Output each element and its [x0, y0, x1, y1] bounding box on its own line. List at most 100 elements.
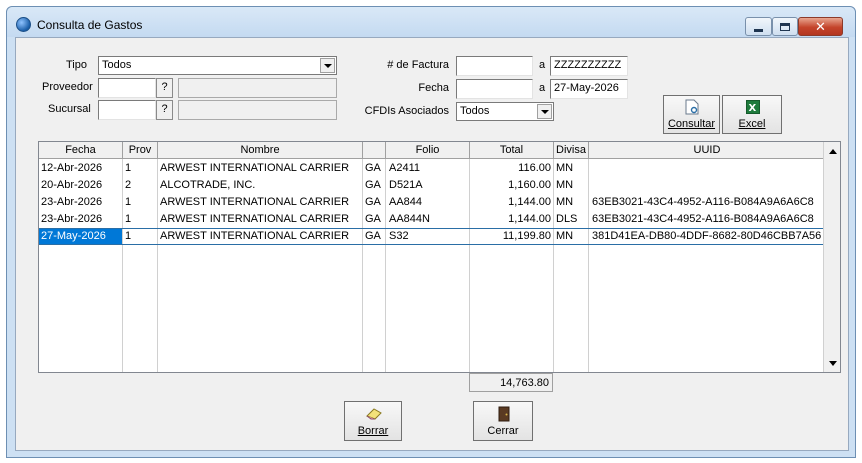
- col-folio[interactable]: Folio: [386, 142, 470, 159]
- tipo-dropdown-arrow[interactable]: [320, 58, 335, 73]
- arrow-up-icon: [828, 148, 837, 154]
- cell-nombre: ARWEST INTERNATIONAL CARRIER: [160, 162, 350, 174]
- grid-header: Fecha Prov Nombre Folio Total Divisa UUI…: [39, 142, 825, 159]
- cell-folio: AA844: [389, 196, 423, 208]
- eraser-icon: [366, 408, 382, 420]
- svg-text:X: X: [749, 103, 757, 114]
- col-tipo[interactable]: [363, 142, 386, 159]
- col-nombre[interactable]: Nombre: [158, 142, 363, 159]
- tipo-value: Todos: [102, 59, 132, 71]
- tipo-select[interactable]: Todos: [98, 56, 337, 75]
- maximize-button[interactable]: [772, 17, 798, 36]
- title-bar[interactable]: Consulta de Gastos ✕: [7, 7, 855, 37]
- cell-total: 1,144.00: [508, 213, 551, 225]
- cell-divisa: MN: [556, 162, 574, 174]
- factura-range-sep: a: [539, 59, 546, 71]
- cell-nombre: ALCOTRADE, INC.: [160, 179, 256, 191]
- cell-prov: 1: [125, 230, 132, 242]
- cfdis-dropdown-arrow[interactable]: [537, 104, 552, 119]
- factura-to-field[interactable]: ZZZZZZZZZZ: [550, 56, 628, 76]
- cell-nombre: ARWEST INTERNATIONAL CARRIER: [160, 196, 350, 208]
- scroll-up-button[interactable]: [825, 143, 840, 159]
- cell-prov: 1: [125, 196, 132, 208]
- proveedor-name-field: [178, 78, 337, 98]
- excel-icon: X: [746, 100, 760, 114]
- consultar-label: Consultar: [667, 118, 716, 130]
- fecha-label: Fecha: [418, 82, 449, 94]
- cerrar-label: Cerrar: [487, 425, 519, 437]
- table-row-selected[interactable]: 27-May-2026 1 ARWEST INTERNATIONAL CARRI…: [39, 228, 825, 245]
- sucursal-code-field[interactable]: [98, 100, 156, 120]
- cell-divisa: DLS: [556, 213, 578, 225]
- col-prov[interactable]: Prov: [123, 142, 158, 159]
- scroll-down-button[interactable]: [825, 355, 840, 371]
- grid-vertical-scrollbar[interactable]: [823, 142, 840, 372]
- cell-folio: D521A: [389, 179, 423, 191]
- table-row[interactable]: 23-Abr-2026 1 ARWEST INTERNATIONAL CARRI…: [39, 211, 825, 228]
- excel-label: Excel: [738, 118, 766, 130]
- chevron-down-icon: [540, 109, 549, 114]
- proveedor-code-field[interactable]: [98, 78, 156, 98]
- cell-tipo: GA: [365, 162, 381, 174]
- cell-nombre: ARWEST INTERNATIONAL CARRIER: [160, 213, 350, 225]
- consultar-button[interactable]: Consultar: [663, 95, 720, 134]
- fecha-from-field[interactable]: [456, 79, 533, 99]
- tipo-label: Tipo: [66, 59, 87, 71]
- fecha-range-sep: a: [539, 82, 546, 94]
- cfdis-value: Todos: [460, 105, 490, 117]
- cell-fecha: 23-Abr-2026: [41, 213, 103, 225]
- proveedor-lookup-button[interactable]: ?: [156, 78, 173, 98]
- cell-divisa: MN: [556, 179, 574, 191]
- cell-fecha: 23-Abr-2026: [41, 196, 103, 208]
- cell-total: 1,160.00: [508, 179, 551, 191]
- sucursal-lookup-button[interactable]: ?: [156, 100, 173, 120]
- cell-tipo: GA: [365, 179, 381, 191]
- close-button[interactable]: ✕: [798, 17, 843, 36]
- app-icon: [16, 17, 31, 32]
- cell-total: 1,144.00: [508, 196, 551, 208]
- fecha-to-field[interactable]: 27-May-2026: [550, 79, 628, 99]
- table-row[interactable]: 20-Abr-2026 2 ALCOTRADE, INC. GA D521A 1…: [39, 177, 825, 194]
- results-grid[interactable]: Fecha Prov Nombre Folio Total Divisa UUI…: [38, 141, 841, 373]
- proveedor-label: Proveedor: [42, 81, 93, 93]
- cell-uuid: 63EB3021-43C4-4952-A116-B084A9A6A6C8: [592, 196, 814, 208]
- cell-folio: S32: [389, 230, 409, 242]
- cell-uuid: 63EB3021-43C4-4952-A116-B084A9A6A6C8: [592, 213, 814, 225]
- col-fecha[interactable]: Fecha: [39, 142, 123, 159]
- cell-uuid: 381D41EA-DB80-4DDF-8682-80D46CBB7A56: [592, 230, 822, 242]
- cell-nombre: ARWEST INTERNATIONAL CARRIER: [160, 230, 350, 242]
- form-body: Tipo Todos Proveedor ? Sucursal ? # de F…: [15, 37, 849, 451]
- cfdis-select[interactable]: Todos: [456, 102, 554, 121]
- col-divisa[interactable]: Divisa: [554, 142, 589, 159]
- cell-tipo: GA: [365, 196, 381, 208]
- cell-fecha: 20-Abr-2026: [41, 179, 103, 191]
- cell-prov: 1: [125, 213, 132, 225]
- cell-prov: 1: [125, 162, 132, 174]
- cerrar-button[interactable]: Cerrar: [473, 401, 533, 441]
- factura-label: # de Factura: [387, 59, 449, 71]
- chevron-down-icon: [323, 63, 332, 68]
- borrar-button[interactable]: Borrar: [344, 401, 402, 441]
- cell-folio: A2411: [389, 162, 420, 174]
- factura-from-field[interactable]: [456, 56, 533, 76]
- table-row[interactable]: 12-Abr-2026 1 ARWEST INTERNATIONAL CARRI…: [39, 160, 825, 177]
- minimize-icon: [754, 28, 763, 32]
- cfdis-label: CFDIs Asociados: [364, 105, 449, 117]
- cell-divisa: MN: [556, 230, 574, 242]
- cell-fecha: 27-May-2026: [41, 230, 106, 242]
- close-icon: ✕: [815, 18, 826, 34]
- col-total[interactable]: Total: [470, 142, 554, 159]
- cell-fecha: 12-Abr-2026: [41, 162, 103, 174]
- cell-folio: AA844N: [389, 213, 430, 225]
- cell-divisa: MN: [556, 196, 574, 208]
- cell-total: 11,199.80: [502, 230, 551, 242]
- col-uuid[interactable]: UUID: [589, 142, 825, 159]
- table-row[interactable]: 23-Abr-2026 1 ARWEST INTERNATIONAL CARRI…: [39, 194, 825, 211]
- sucursal-name-field: [178, 100, 337, 120]
- minimize-button[interactable]: [745, 17, 772, 36]
- door-icon: [498, 406, 510, 422]
- cell-tipo: GA: [365, 213, 381, 225]
- cell-prov: 2: [125, 179, 132, 191]
- excel-button[interactable]: X Excel: [722, 95, 782, 134]
- arrow-down-icon: [828, 360, 837, 366]
